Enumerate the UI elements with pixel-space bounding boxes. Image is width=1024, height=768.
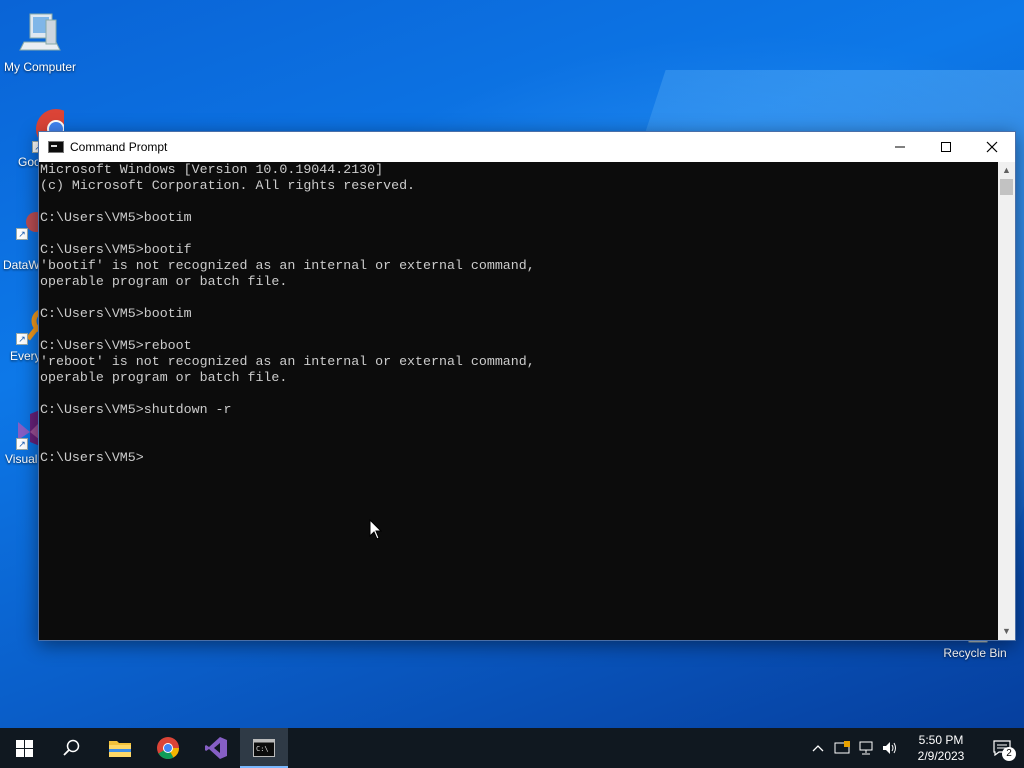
terminal-icon: C:\ [253, 739, 275, 757]
network-icon[interactable] [854, 728, 878, 768]
minimize-button[interactable] [877, 132, 923, 162]
scroll-up-arrow-icon[interactable]: ▲ [998, 162, 1015, 179]
clock-date: 2/9/2023 [917, 749, 965, 763]
console-line: 'bootif' is not recognized as an interna… [40, 258, 535, 273]
taskbar-command-prompt[interactable]: C:\ [240, 728, 288, 768]
show-hidden-icons-chevron-icon[interactable] [806, 728, 830, 768]
console-line: (c) Microsoft Corporation. All rights re… [40, 178, 416, 193]
desktop-icon-label: Recycle Bin [943, 646, 1007, 660]
window-titlebar[interactable]: Command Prompt [39, 132, 1015, 162]
taskbar: C:\ 5:50 PM 2/9/2023 2 [0, 728, 1024, 768]
scrollbar-thumb[interactable] [1000, 179, 1013, 195]
console-line: C:\Users\VM5>bootim [40, 210, 192, 225]
close-icon [986, 141, 998, 153]
folder-icon [109, 741, 131, 757]
chrome-icon [157, 737, 179, 759]
search-button[interactable] [48, 728, 96, 768]
svg-text:C:\: C:\ [256, 745, 269, 753]
action-center-button[interactable]: 2 [980, 728, 1024, 768]
taskbar-visual-studio[interactable] [192, 728, 240, 768]
windows-logo-icon [15, 739, 33, 757]
vertical-scrollbar[interactable]: ▲ ▼ [998, 162, 1015, 640]
notification-count-badge: 2 [1002, 747, 1016, 761]
window-title: Command Prompt [70, 140, 168, 154]
taskbar-chrome[interactable] [144, 728, 192, 768]
console-line: C:\Users\VM5> [40, 450, 144, 465]
console-line: C:\Users\VM5>bootif [40, 242, 192, 257]
console-line: C:\Users\VM5>bootim [40, 306, 192, 321]
command-prompt-window[interactable]: Command Prompt Microsoft Windows [Versio… [38, 131, 1016, 641]
desktop: My Computer ↗ Goo Chro ↗ DataW [0, 0, 1024, 728]
maximize-button[interactable] [923, 132, 969, 162]
desktop-icon-label: My Computer [3, 60, 77, 74]
console-line: C:\Users\VM5>shutdown -r [40, 402, 232, 417]
shortcut-arrow-icon: ↗ [16, 438, 28, 450]
scroll-down-arrow-icon[interactable]: ▼ [998, 623, 1015, 640]
system-tray: 5:50 PM 2/9/2023 2 [806, 728, 1024, 768]
console-line: operable program or batch file. [40, 274, 288, 289]
console-line: operable program or batch file. [40, 370, 288, 385]
console-line: C:\Users\VM5>reboot [40, 338, 192, 353]
clock-time: 5:50 PM [918, 733, 964, 747]
minimize-icon [895, 146, 905, 148]
taskbar-file-explorer[interactable] [96, 728, 144, 768]
shortcut-arrow-icon: ↗ [16, 333, 28, 345]
maximize-icon [941, 142, 951, 152]
shortcut-arrow-icon: ↗ [16, 228, 28, 240]
close-button[interactable] [969, 132, 1015, 162]
taskbar-clock[interactable]: 5:50 PM 2/9/2023 [902, 732, 980, 764]
volume-icon[interactable] [878, 728, 902, 768]
computer-icon [16, 10, 64, 58]
console-line: Microsoft Windows [Version 10.0.19044.21… [40, 162, 384, 177]
console-line: 'reboot' is not recognized as an interna… [40, 354, 535, 369]
terminal-icon [48, 141, 64, 153]
start-button[interactable] [0, 728, 48, 768]
device-manager-icon[interactable] [830, 728, 854, 768]
desktop-icon-my-computer[interactable]: My Computer [0, 10, 80, 75]
visual-studio-icon [205, 737, 227, 759]
console-output[interactable]: Microsoft Windows [Version 10.0.19044.21… [39, 162, 1000, 640]
search-icon [63, 739, 80, 756]
mouse-cursor-icon [369, 519, 383, 540]
